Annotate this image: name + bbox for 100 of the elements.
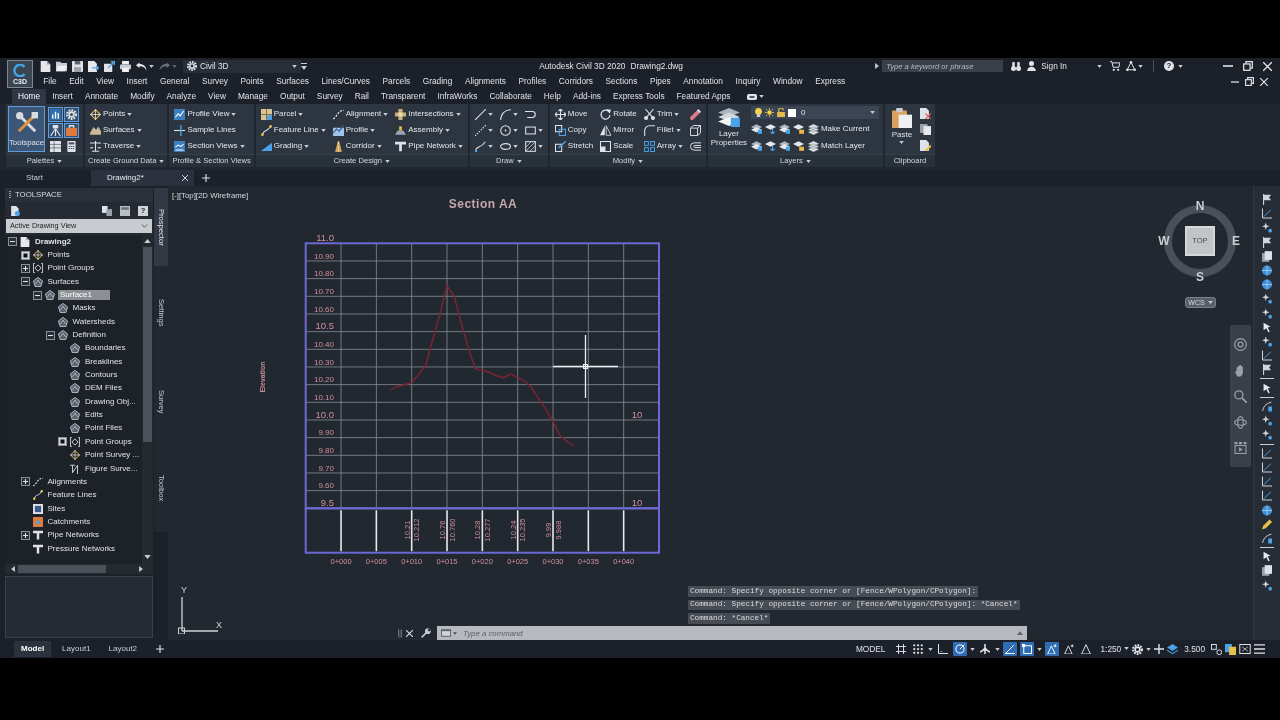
ribbon-tool-button[interactable]: Parcel — [259, 106, 327, 122]
palette-toggle-button[interactable] — [64, 139, 79, 154]
tree-item[interactable]: Catchments — [45, 516, 93, 527]
close-icon[interactable] — [181, 175, 188, 181]
menu-item[interactable]: Alignments — [458, 74, 513, 89]
pointer-icon[interactable] — [1262, 382, 1272, 394]
menu-item[interactable]: Annotation — [677, 74, 730, 89]
tree-item[interactable]: Point Groups — [45, 263, 97, 274]
tree-item[interactable]: Feature Lines — [45, 490, 99, 501]
caret-icon[interactable] — [970, 647, 976, 651]
tree-item[interactable]: Surfaces — [45, 276, 82, 287]
caret-icon[interactable] — [1097, 64, 1102, 68]
status-toggle-button[interactable] — [1020, 642, 1035, 656]
vertical-scrollbar[interactable] — [142, 235, 153, 564]
workspace-dropdown[interactable]: Civil 3D — [183, 59, 301, 73]
menu-item[interactable]: Express — [808, 74, 852, 89]
page-stack-icon[interactable] — [1262, 565, 1272, 577]
layout-tab[interactable]: Layout2 — [101, 641, 145, 657]
globe-icon[interactable] — [1262, 264, 1272, 276]
tree-item[interactable]: Point Survey ... — [83, 450, 142, 461]
window-icon[interactable] — [441, 629, 451, 637]
curve-icon[interactable] — [1262, 401, 1272, 412]
grip-bars-icon[interactable] — [398, 628, 402, 638]
concentric-circles-icon[interactable] — [1234, 337, 1247, 351]
tree-item[interactable]: Watersheds — [70, 316, 117, 327]
ribbon-tab[interactable]: Featured Apps — [670, 89, 737, 104]
axes-icon[interactable] — [1262, 461, 1272, 473]
sparkle-icon[interactable] — [1262, 415, 1272, 427]
film-play-icon[interactable] — [1234, 442, 1247, 455]
ribbon-tab[interactable]: Home — [12, 89, 47, 104]
status-toggle-button[interactable] — [911, 642, 926, 656]
cart-icon[interactable] — [1110, 61, 1120, 71]
panel-square-icon[interactable] — [120, 205, 130, 216]
layer-arrow-icon[interactable] — [764, 141, 776, 151]
hand-icon[interactable] — [1235, 363, 1246, 377]
caret-icon[interactable] — [758, 95, 764, 98]
magnifier-icon[interactable] — [1234, 389, 1247, 403]
palette-toggle-button[interactable] — [64, 123, 79, 138]
minimize-icon[interactable] — [1231, 80, 1239, 83]
globe-icon[interactable] — [1262, 504, 1272, 516]
file-tab[interactable]: Drawing2* — [90, 170, 194, 186]
close-icon[interactable] — [1263, 61, 1272, 71]
quick-access-button[interactable] — [69, 59, 85, 73]
menu-item[interactable]: File — [37, 74, 63, 89]
ribbon-tool-button[interactable] — [498, 106, 519, 122]
compass-direction[interactable]: W — [1158, 235, 1170, 247]
flag-icon[interactable] — [1262, 236, 1272, 248]
ribbon-tool-button[interactable]: Profile View — [173, 106, 246, 122]
quick-access-button[interactable] — [85, 59, 101, 73]
two-tiles-icon[interactable] — [1225, 643, 1236, 655]
user-icon[interactable] — [1027, 61, 1037, 71]
ribbon-tool-button[interactable]: Profile — [331, 122, 390, 138]
right-caret-icon[interactable] — [875, 63, 880, 69]
ribbon-tab[interactable]: Analyze — [160, 89, 203, 104]
scrollbar-thumb[interactable] — [143, 247, 152, 442]
collapse-icon[interactable] — [8, 237, 17, 247]
plus-icon[interactable] — [1154, 644, 1165, 654]
ribbon-tab[interactable]: Add-ins — [566, 89, 608, 104]
menu-item[interactable]: Corridors — [552, 74, 600, 89]
caret-icon[interactable] — [1037, 647, 1043, 651]
ribbon-tool-button[interactable]: Traverse — [89, 138, 143, 154]
ribbon-tool-button[interactable]: Points — [89, 106, 143, 122]
caret-icon[interactable] — [928, 647, 934, 651]
sparkle-icon[interactable] — [1262, 579, 1272, 591]
tree-item[interactable]: Pressure Networks — [45, 543, 118, 554]
scrollbar-thumb[interactable] — [18, 565, 106, 573]
wrench-icon[interactable] — [421, 628, 431, 638]
ribbon-tool-button[interactable]: Scale — [599, 138, 638, 154]
menu-item[interactable]: Survey — [195, 74, 235, 89]
ribbon-tool-button[interactable]: Grading — [259, 138, 327, 154]
ribbon-tool-button[interactable] — [498, 122, 519, 138]
status-toggle-button[interactable] — [1045, 642, 1060, 656]
axes-icon[interactable] — [1262, 350, 1272, 362]
ribbon-tab[interactable]: Survey — [310, 89, 349, 104]
tree-item[interactable]: Drawing Obj... — [83, 396, 138, 407]
tree-item[interactable]: Contours — [83, 370, 120, 381]
ribbon-tab[interactable]: Rail — [348, 89, 375, 104]
ribbon-tab[interactable]: Transparent — [374, 89, 432, 104]
lineweight-button[interactable]: 3.500 — [1184, 644, 1205, 654]
ribbon-tool-button[interactable]: Alignment — [331, 106, 390, 122]
two-pages-icon[interactable] — [102, 205, 112, 216]
right-caret-icon[interactable] — [139, 566, 143, 572]
collapse-icon[interactable] — [20, 277, 30, 287]
quick-access-button[interactable] — [101, 59, 117, 73]
layer-lock-icon[interactable] — [792, 124, 804, 134]
ribbon-tool-button[interactable]: Intersections — [394, 106, 464, 122]
menu-item[interactable]: Grading — [416, 74, 459, 89]
status-toggle-button[interactable] — [1003, 642, 1018, 656]
flag-icon[interactable] — [1262, 364, 1272, 376]
sign-in-button[interactable]: Sign In — [1041, 61, 1067, 71]
ribbon-tab[interactable]: Insert — [46, 89, 79, 104]
quick-access-button[interactable] — [117, 59, 133, 73]
axes-icon[interactable] — [1262, 490, 1272, 502]
tree-item[interactable]: DEM Files — [83, 383, 124, 394]
copy-pages-icon[interactable] — [919, 124, 931, 135]
left-caret-icon[interactable] — [11, 566, 15, 572]
menu-item[interactable]: Lines/Curves — [315, 74, 377, 89]
ribbon-tool-button[interactable] — [523, 138, 544, 154]
compass-direction[interactable]: S — [1196, 271, 1204, 283]
filled-square-icon[interactable] — [58, 437, 67, 447]
